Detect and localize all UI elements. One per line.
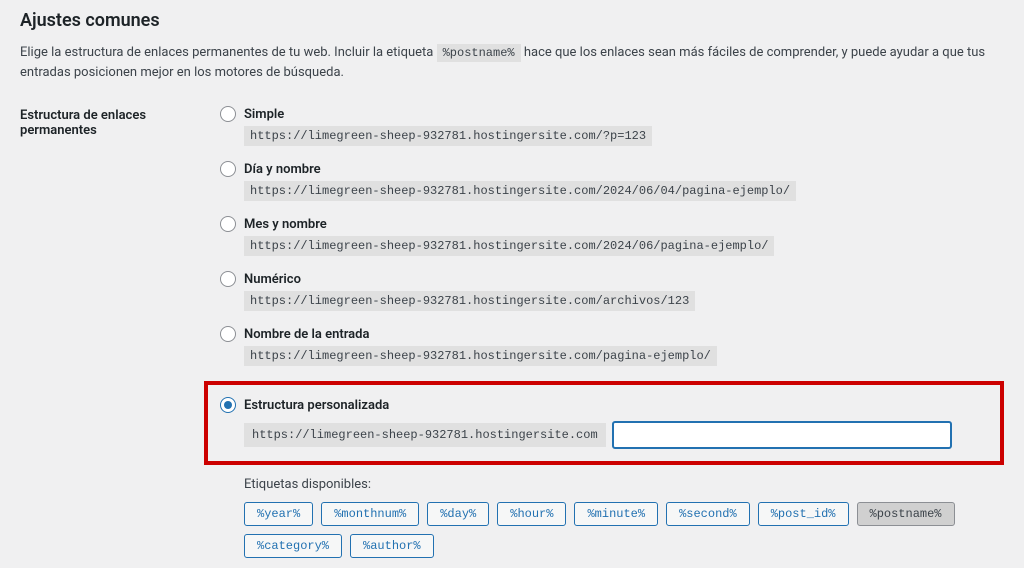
label-numeric[interactable]: Numérico bbox=[244, 272, 301, 287]
option-day-name: Día y nombre https://limegreen-sheep-932… bbox=[220, 161, 1004, 198]
available-tags-label: Etiquetas disponibles: bbox=[244, 477, 1004, 492]
label-simple[interactable]: Simple bbox=[244, 107, 284, 122]
option-post-name: Nombre de la entrada https://limegreen-s… bbox=[220, 326, 1004, 363]
custom-structure-input[interactable] bbox=[612, 421, 952, 449]
postname-code: %postname% bbox=[437, 44, 521, 62]
radio-simple[interactable] bbox=[220, 106, 236, 122]
tag-button-second[interactable]: %second% bbox=[666, 502, 750, 526]
option-numeric: Numérico https://limegreen-sheep-932781.… bbox=[220, 271, 1004, 308]
radio-month-name[interactable] bbox=[220, 216, 236, 232]
option-month-name: Mes y nombre https://limegreen-sheep-932… bbox=[220, 216, 1004, 253]
section-label: Estructura de enlaces permanentes bbox=[20, 106, 220, 138]
radio-day-name[interactable] bbox=[220, 161, 236, 177]
settings-description: Elige la estructura de enlaces permanent… bbox=[20, 43, 1004, 82]
tags-row: %year% %monthnum% %day% %hour% %minute% %seco… bbox=[244, 502, 1004, 558]
custom-url-prefix: https://limegreen-sheep-932781.hostinger… bbox=[244, 423, 606, 447]
radio-custom[interactable] bbox=[220, 397, 236, 413]
label-month-name[interactable]: Mes y nombre bbox=[244, 217, 327, 232]
tag-button-hour[interactable]: %hour% bbox=[497, 502, 566, 526]
option-simple: Simple https://limegreen-sheep-932781.ho… bbox=[220, 106, 1004, 143]
tag-button-monthnum[interactable]: %monthnum% bbox=[321, 502, 419, 526]
radio-numeric[interactable] bbox=[220, 271, 236, 287]
label-day-name[interactable]: Día y nombre bbox=[244, 162, 321, 177]
page-title: Ajustes comunes bbox=[20, 10, 1004, 31]
custom-highlight-box: Estructura personalizada https://limegre… bbox=[204, 381, 1004, 465]
example-numeric: https://limegreen-sheep-932781.hostinger… bbox=[244, 291, 695, 311]
tag-button-category[interactable]: %category% bbox=[244, 534, 342, 558]
example-day-name: https://limegreen-sheep-932781.hostinger… bbox=[244, 181, 796, 201]
example-post-name: https://limegreen-sheep-932781.hostinger… bbox=[244, 346, 717, 366]
option-custom: Estructura personalizada https://limegre… bbox=[220, 397, 988, 449]
example-simple: https://limegreen-sheep-932781.hostinger… bbox=[244, 126, 652, 146]
tag-button-author[interactable]: %author% bbox=[350, 534, 434, 558]
radio-post-name[interactable] bbox=[220, 326, 236, 342]
label-post-name[interactable]: Nombre de la entrada bbox=[244, 327, 369, 342]
tag-button-minute[interactable]: %minute% bbox=[574, 502, 658, 526]
label-custom[interactable]: Estructura personalizada bbox=[244, 398, 389, 413]
tag-button-year[interactable]: %year% bbox=[244, 502, 313, 526]
example-month-name: https://limegreen-sheep-932781.hostinger… bbox=[244, 236, 774, 256]
tag-button-postname[interactable]: %postname% bbox=[857, 502, 955, 526]
tag-button-post_id[interactable]: %post_id% bbox=[758, 502, 849, 526]
tag-button-day[interactable]: %day% bbox=[427, 502, 489, 526]
